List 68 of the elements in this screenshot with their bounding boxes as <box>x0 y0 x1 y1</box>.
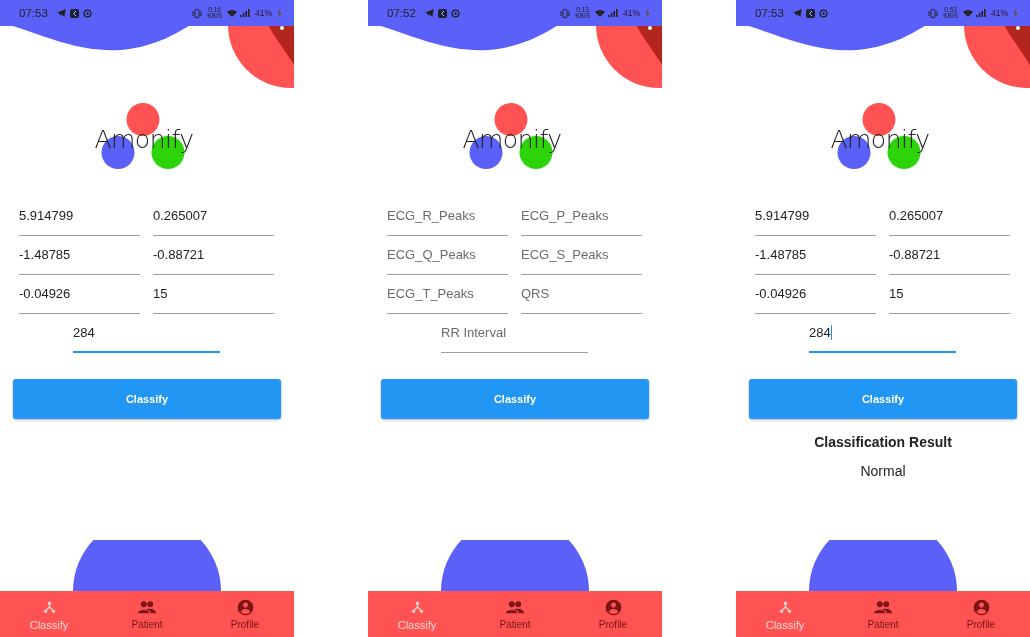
input-field[interactable]: 15 <box>889 275 1010 314</box>
input-field[interactable]: 284 <box>809 314 956 353</box>
input-field[interactable]: ECG_T_Peaks <box>387 275 508 314</box>
nav-tab[interactable]: Profile <box>932 599 1030 637</box>
paper-plane-icon <box>424 8 434 17</box>
charging-icon <box>645 8 650 18</box>
input-field[interactable]: QRS <box>521 275 642 314</box>
group-icon <box>505 601 525 614</box>
app-icon <box>69 8 79 18</box>
app-icon <box>437 8 447 18</box>
network-icon <box>410 601 424 614</box>
account-icon <box>236 599 254 616</box>
wifi-icon <box>963 9 973 17</box>
app-icon <box>805 8 815 18</box>
nav-tab[interactable]: Patient <box>98 599 196 637</box>
network-icon <box>778 601 792 614</box>
input-field[interactable]: ECG_Q_Peaks <box>387 236 508 275</box>
signal-icon <box>240 9 250 17</box>
vibrate-icon <box>192 8 203 18</box>
network-icon <box>42 601 56 614</box>
input-field[interactable]: 0.265007 <box>153 197 274 236</box>
input-field[interactable]: -1.48785 <box>19 236 140 275</box>
group-icon <box>137 601 157 614</box>
input-field[interactable]: 5.914799 <box>19 197 140 236</box>
charging-icon <box>277 8 282 18</box>
input-field[interactable]: -1.48785 <box>755 236 876 275</box>
target-icon <box>82 8 92 18</box>
target-icon <box>450 8 460 18</box>
nav-tab[interactable]: Profile <box>196 599 294 637</box>
nav-tab[interactable]: Profile <box>564 599 662 637</box>
input-field[interactable]: 15 <box>153 275 274 314</box>
classify-button[interactable]: Classify <box>749 379 1017 419</box>
input-field[interactable]: 0.265007 <box>889 197 1010 236</box>
classify-button[interactable]: Classify <box>381 379 649 419</box>
input-field[interactable]: ECG_R_Peaks <box>387 197 508 236</box>
result-title: Classification Result <box>813 434 953 450</box>
input-field[interactable]: ECG_S_Peaks <box>521 236 642 275</box>
battery-level: 41% <box>623 8 640 18</box>
paper-plane-icon <box>56 8 66 17</box>
input-field[interactable]: -0.04926 <box>19 275 140 314</box>
charging-icon <box>1013 8 1018 18</box>
account-icon <box>604 599 622 616</box>
classify-button[interactable]: Classify <box>13 379 281 419</box>
battery-level: 41% <box>991 8 1008 18</box>
clock-time: 07:53 <box>19 7 48 19</box>
input-field[interactable]: 284 <box>73 314 220 353</box>
nav-tab[interactable]: Patient <box>834 599 932 637</box>
input-field[interactable]: -0.88721 <box>889 236 1010 275</box>
result-value: Normal <box>859 463 907 479</box>
paper-plane-icon <box>792 8 802 17</box>
wifi-icon <box>227 9 237 17</box>
signal-icon <box>608 9 618 17</box>
target-icon <box>818 8 828 18</box>
clock-time: 07:52 <box>387 7 416 19</box>
battery-level: 41% <box>255 8 272 18</box>
account-icon <box>972 599 990 616</box>
clock-time: 07:53 <box>755 7 784 19</box>
input-field[interactable]: ECG_P_Peaks <box>521 197 642 236</box>
nav-tab[interactable]: Patient <box>466 599 564 637</box>
input-field[interactable]: -0.04926 <box>755 275 876 314</box>
vibrate-icon <box>928 8 939 18</box>
wifi-icon <box>595 9 605 17</box>
signal-icon <box>976 9 986 17</box>
input-field[interactable]: RR Interval <box>441 314 588 353</box>
vibrate-icon <box>560 8 571 18</box>
input-field[interactable]: 5.914799 <box>755 197 876 236</box>
input-field[interactable]: -0.88721 <box>153 236 274 275</box>
group-icon <box>873 601 893 614</box>
